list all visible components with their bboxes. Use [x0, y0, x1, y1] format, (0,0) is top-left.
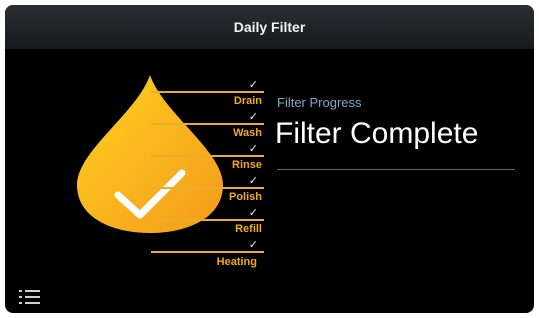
progress-caption: Filter Progress	[277, 95, 362, 110]
page-title: Daily Filter	[233, 19, 306, 35]
step-divider	[151, 251, 264, 253]
step-check-icon: ✓	[248, 143, 258, 155]
step-label-refill: Refill	[235, 223, 262, 235]
step-label-polish: Polish	[228, 191, 262, 203]
step-check-icon: ✓	[248, 175, 258, 187]
step-check-icon: ✓	[248, 207, 258, 219]
status-divider	[277, 169, 515, 170]
title-bar: Daily Filter	[5, 5, 534, 49]
step-refill: Refill ✓	[151, 221, 264, 253]
step-label-wash: Wash	[233, 127, 262, 139]
device-screen: Daily Filter ✓ Drain ✓ Wash ✓ Rinse ✓ Po…	[5, 5, 534, 313]
step-label-drain: Drain	[233, 95, 262, 107]
step-check-icon: ✓	[248, 111, 258, 123]
step-label-heating: Heating	[216, 256, 257, 268]
step-check-icon: ✓	[248, 239, 258, 251]
progress-status: Filter Complete	[275, 117, 479, 150]
step-check-icon: ✓	[248, 79, 258, 91]
step-label-rinse: Rinse	[232, 159, 262, 171]
step-polish: Polish ✓	[151, 189, 264, 221]
step-wash: Wash ✓	[151, 125, 264, 157]
step-drain: Drain ✓	[151, 93, 264, 125]
step-rinse: Rinse ✓	[151, 157, 264, 189]
list-menu-icon[interactable]	[19, 289, 41, 305]
step-start: ✓	[151, 61, 264, 93]
